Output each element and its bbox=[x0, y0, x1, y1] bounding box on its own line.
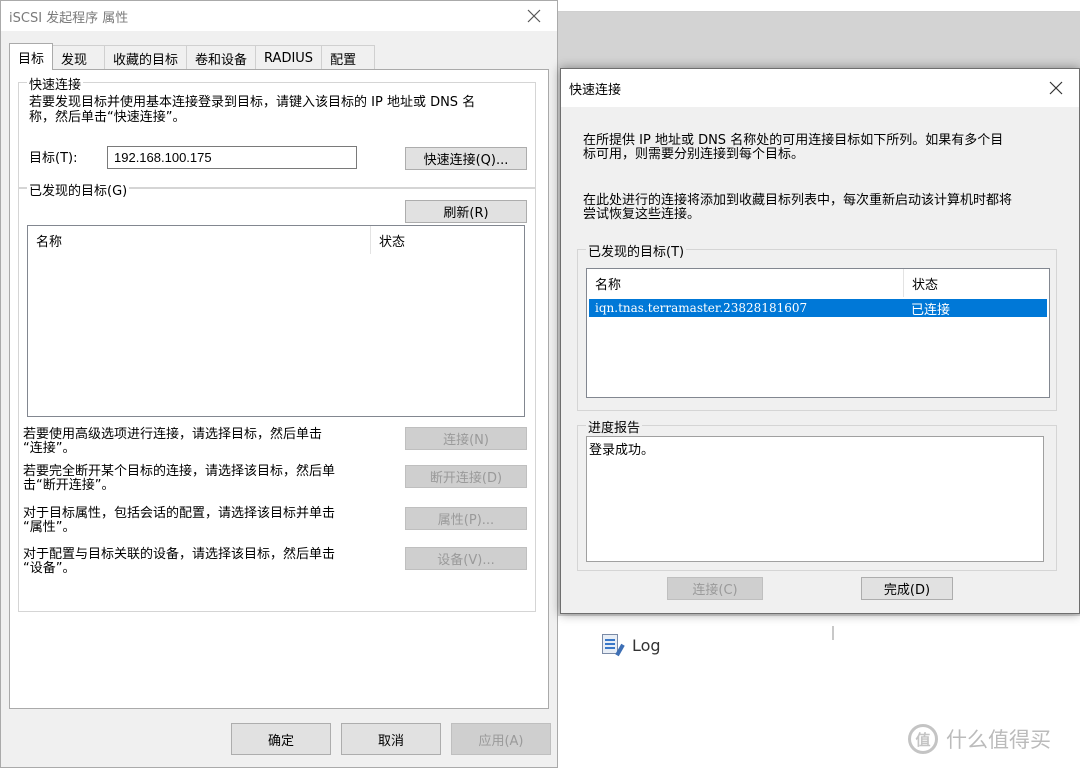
qc-done-button[interactable]: 完成(D) bbox=[861, 577, 953, 600]
targets-panel: 快速连接 若要发现目标并使用基本连接登录到目标，请键入该目标的 IP 地址或 D… bbox=[9, 69, 549, 709]
qc-discovered-title: 已发现的目标(T) bbox=[586, 241, 687, 260]
quick-connect-group-title: 快速连接 bbox=[27, 74, 84, 93]
title-bar: iSCSI 发起程序 属性 bbox=[1, 1, 557, 31]
watermark-logo-icon: 值 bbox=[908, 724, 938, 754]
devices-hint-line1: 对于配置与目标关联的设备，请选择该目标，然后单击 bbox=[23, 547, 336, 562]
properties-hint-line2: “属性”。 bbox=[23, 520, 76, 535]
tab-strip: 目标 发现 收藏的目标 卷和设备 RADIUS 配置 bbox=[9, 43, 376, 70]
properties-hint-line1: 对于目标属性，包括会话的配置，请选择该目标并单击 bbox=[23, 506, 336, 521]
refresh-button[interactable]: 刷新(R) bbox=[405, 200, 527, 223]
qc-list-header: 名称 状态 bbox=[587, 269, 1049, 297]
devices-hint-line2: “设备”。 bbox=[23, 561, 76, 576]
discovered-targets-group: 已发现的目标(G) 刷新(R) 名称 状态 若要使用高级选项进行连接，请选择目标… bbox=[18, 180, 536, 612]
qc-paragraph2-line1: 在此处进行的连接将添加到收藏目标列表中，每次重新启动该计算机时都将 bbox=[583, 193, 1013, 208]
discovered-targets-title: 已发现的目标(G) bbox=[27, 180, 130, 199]
qc-paragraph1-line1: 在所提供 IP 地址或 DNS 名称处的可用连接目标如下所列。如果有多个目 bbox=[583, 133, 1004, 148]
log-icon bbox=[602, 634, 625, 657]
tab-radius[interactable]: RADIUS bbox=[255, 45, 323, 70]
target-label: 目标(T): bbox=[29, 151, 78, 166]
apply-button[interactable]: 应用(A) bbox=[451, 723, 551, 755]
discovered-targets-list[interactable]: 名称 状态 bbox=[27, 225, 525, 417]
cancel-button[interactable]: 取消 bbox=[341, 723, 441, 755]
progress-report-group: 进度报告 登录成功。 bbox=[577, 417, 1057, 571]
qc-paragraph1-line2: 标可用，则需要分别连接到每个目标。 bbox=[583, 147, 805, 162]
column-status[interactable]: 状态 bbox=[370, 226, 524, 254]
tab-configuration[interactable]: 配置 bbox=[321, 45, 376, 70]
target-status: 已连接 bbox=[911, 302, 951, 318]
quick-connect-description-line2: 称，然后单击“快速连接”。 bbox=[29, 110, 186, 125]
tab-favorite-targets[interactable]: 收藏的目标 bbox=[104, 45, 188, 70]
tab-discovery[interactable]: 发现 bbox=[52, 45, 106, 70]
disconnect-hint-line2: 击“断开连接”。 bbox=[23, 478, 115, 493]
tab-targets[interactable]: 目标 bbox=[9, 43, 54, 70]
iscsi-properties-dialog: iSCSI 发起程序 属性 目标 发现 收藏的目标 卷和设备 RADIUS 配置… bbox=[0, 0, 558, 768]
log-nav-item[interactable]: Log bbox=[602, 634, 661, 657]
devices-button[interactable]: 设备(V)... bbox=[405, 547, 527, 570]
background-lower-panel: Log 值 什么值得买 bbox=[558, 616, 1080, 768]
watermark: 值 什么值得买 bbox=[908, 724, 1051, 754]
progress-report-box: 登录成功。 bbox=[586, 436, 1044, 562]
qc-targets-list[interactable]: 名称 状态 iqn.tnas.terramaster.23828181607 已… bbox=[586, 268, 1050, 398]
ok-button[interactable]: 确定 bbox=[231, 723, 331, 755]
background-band bbox=[558, 12, 1080, 68]
connect-button[interactable]: 连接(N) bbox=[405, 427, 527, 450]
progress-report-text: 登录成功。 bbox=[589, 443, 655, 458]
qc-paragraph2-line2: 尝试恢复这些连接。 bbox=[583, 207, 701, 222]
quick-connect-group: 快速连接 若要发现目标并使用基本连接登录到目标，请键入该目标的 IP 地址或 D… bbox=[18, 74, 536, 188]
quick-connect-dialog: 快速连接 在所提供 IP 地址或 DNS 名称处的可用连接目标如下所列。如果有多… bbox=[560, 68, 1080, 614]
connect-hint-line2: “连接”。 bbox=[23, 441, 76, 456]
qc-column-name[interactable]: 名称 bbox=[587, 269, 903, 297]
close-icon bbox=[1049, 81, 1063, 95]
background-divider bbox=[832, 626, 834, 640]
qc-column-status[interactable]: 状态 bbox=[903, 269, 1049, 297]
column-name[interactable]: 名称 bbox=[28, 226, 370, 254]
close-button[interactable] bbox=[519, 3, 549, 29]
background-top-bar bbox=[558, 0, 1080, 12]
window-title: iSCSI 发起程序 属性 bbox=[9, 10, 129, 26]
log-label: Log bbox=[632, 635, 661, 655]
watermark-text: 什么值得买 bbox=[946, 728, 1051, 752]
qc-connect-button[interactable]: 连接(C) bbox=[667, 577, 763, 600]
target-input[interactable] bbox=[107, 146, 357, 169]
quick-connect-button[interactable]: 快速连接(Q)... bbox=[405, 147, 527, 170]
tab-volumes-devices[interactable]: 卷和设备 bbox=[186, 45, 257, 70]
connect-hint-line1: 若要使用高级选项进行连接，请选择目标，然后单击 bbox=[23, 427, 323, 442]
close-icon bbox=[527, 9, 541, 23]
target-name: iqn.tnas.terramaster.23828181607 bbox=[595, 301, 808, 315]
table-row[interactable]: iqn.tnas.terramaster.23828181607 已连接 bbox=[589, 299, 1047, 318]
properties-button[interactable]: 属性(P)... bbox=[405, 507, 527, 530]
list-header: 名称 状态 bbox=[28, 226, 524, 254]
disconnect-hint-line1: 若要完全断开某个目标的连接，请选择该目标，然后单 bbox=[23, 464, 336, 479]
quick-connect-title-bar: 快速连接 bbox=[561, 69, 1079, 107]
qc-discovered-group: 已发现的目标(T) 名称 状态 iqn.tnas.terramaster.238… bbox=[577, 241, 1057, 411]
quick-connect-close-button[interactable] bbox=[1041, 75, 1071, 101]
quick-connect-description-line1: 若要发现目标并使用基本连接登录到目标，请键入该目标的 IP 地址或 DNS 名 bbox=[29, 95, 476, 110]
disconnect-button[interactable]: 断开连接(D) bbox=[405, 465, 527, 488]
quick-connect-window-title: 快速连接 bbox=[569, 82, 622, 98]
progress-report-title: 进度报告 bbox=[586, 417, 643, 436]
